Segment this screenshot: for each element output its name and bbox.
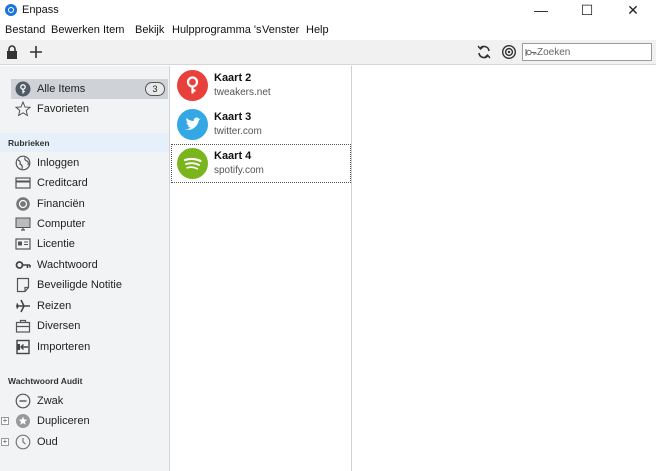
minus-circle-icon <box>15 393 31 409</box>
sidebar-item-label: Licentie <box>37 238 75 250</box>
window-title: Enpass <box>22 4 59 16</box>
sync-icon[interactable] <box>476 44 492 60</box>
sidebar-item-label: Wachtwoord <box>37 259 98 271</box>
expand-toggle-icon[interactable]: + <box>1 438 9 446</box>
section-header-password-audit: Wachtwoord Audit <box>8 376 83 386</box>
sidebar: Alle Items 3 Favorieten Rubrieken Inlogg… <box>0 66 170 471</box>
close-button[interactable]: ✕ <box>610 0 656 21</box>
sidebar-item-label: Beveiligde Notitie <box>37 279 122 291</box>
menu-item[interactable]: Item <box>103 24 124 36</box>
sidebar-item-label: Dupliceren <box>37 415 90 427</box>
twitter-icon <box>177 109 208 140</box>
sidebar-item-creditcard[interactable]: Creditcard <box>11 173 168 193</box>
sidebar-item-dupliceren[interactable]: + Dupliceren <box>1 411 168 431</box>
minimize-button[interactable]: — <box>518 0 564 21</box>
menu-help[interactable]: Help <box>306 24 329 36</box>
sidebar-item-wachtwoord[interactable]: Wachtwoord <box>11 255 168 275</box>
item-title: Kaart 3 <box>214 111 252 123</box>
sidebar-item-zwak[interactable]: Zwak <box>11 391 168 411</box>
sidebar-item-label: Alle Items <box>37 83 86 95</box>
sidebar-item-importeren[interactable]: Importeren <box>11 337 168 357</box>
search-key-icon <box>525 49 537 56</box>
sidebar-item-label: Creditcard <box>37 177 88 189</box>
list-item-selected[interactable]: Kaart 4 spotify.com <box>171 144 351 183</box>
item-subtitle: twitter.com <box>214 126 262 137</box>
toolbar <box>0 40 656 65</box>
item-count-badge: 3 <box>145 82 165 96</box>
sidebar-item-label: Zwak <box>37 395 64 407</box>
menu-hulpprogrammas[interactable]: Hulpprogramma 's <box>172 24 262 36</box>
menu-bestand[interactable]: Bestand <box>5 24 45 36</box>
sidebar-item-label: Inloggen <box>37 157 80 169</box>
lock-icon[interactable] <box>4 44 20 60</box>
detail-pane <box>353 66 656 471</box>
list-item[interactable]: Kaart 2 tweakers.net <box>171 66 351 105</box>
sidebar-item-label: Importeren <box>37 341 91 353</box>
sidebar-item-label: Reizen <box>37 300 72 312</box>
sidebar-item-label: Favorieten <box>37 103 89 115</box>
search-input[interactable] <box>537 45 649 59</box>
sidebar-item-inloggen[interactable]: Inloggen <box>11 153 168 173</box>
item-title: Kaart 2 <box>214 72 252 84</box>
item-list: Kaart 2 tweakers.net Kaart 3 twitter.com… <box>171 66 352 471</box>
item-title: Kaart 4 <box>214 150 252 162</box>
search-box <box>522 43 652 61</box>
briefcase-icon <box>15 319 31 333</box>
sidebar-item-beveiligde-notitie[interactable]: Beveiligde Notitie <box>11 275 168 295</box>
item-subtitle: spotify.com <box>214 165 264 176</box>
tweakers-icon <box>177 70 208 101</box>
enpass-logo-icon <box>5 4 17 16</box>
menu-bar: Bestand Bewerken Item Bekijk Hulpprogram… <box>0 21 656 40</box>
section-header-categories: Rubrieken <box>0 133 169 152</box>
duplicate-icon <box>16 414 30 428</box>
menu-venster[interactable]: Venster <box>262 24 299 36</box>
list-item[interactable]: Kaart 3 twitter.com <box>171 105 351 144</box>
menu-bewerken[interactable]: Bewerken <box>51 24 100 36</box>
finance-icon <box>16 197 30 211</box>
menu-bekijk[interactable]: Bekijk <box>135 24 164 36</box>
all-items-key-icon <box>15 81 31 97</box>
sidebar-item-all-items[interactable]: Alle Items 3 <box>11 79 168 99</box>
sidebar-item-licentie[interactable]: Licentie <box>11 234 168 254</box>
plane-icon <box>16 299 30 313</box>
expand-toggle-icon[interactable]: + <box>1 417 9 425</box>
title-bar: Enpass — ☐ ✕ <box>0 0 656 21</box>
creditcard-icon <box>15 177 31 189</box>
note-icon <box>16 277 30 293</box>
clock-icon <box>15 434 31 450</box>
star-icon <box>15 101 31 117</box>
license-icon <box>15 238 31 250</box>
sidebar-item-label: Oud <box>37 436 58 448</box>
item-subtitle: tweakers.net <box>214 87 271 98</box>
sidebar-item-financien[interactable]: Financiën <box>11 194 168 214</box>
sidebar-item-label: Diversen <box>37 320 81 332</box>
key-icon <box>15 261 31 269</box>
sidebar-item-reizen[interactable]: Reizen <box>11 296 168 316</box>
sidebar-item-computer[interactable]: Computer <box>11 214 168 234</box>
sidebar-item-favorites[interactable]: Favorieten <box>11 99 168 119</box>
add-icon[interactable] <box>28 44 44 60</box>
sidebar-item-diversen[interactable]: Diversen <box>11 316 168 336</box>
maximize-button[interactable]: ☐ <box>564 0 610 21</box>
sidebar-item-oud[interactable]: + Oud <box>1 432 168 452</box>
sidebar-item-label: Financiën <box>37 198 85 210</box>
sidebar-item-label: Computer <box>37 218 86 230</box>
spotify-icon <box>177 148 208 179</box>
import-icon <box>16 339 30 355</box>
computer-icon <box>15 217 31 231</box>
globe-icon <box>15 155 31 171</box>
settings-gear-icon[interactable] <box>501 44 517 60</box>
